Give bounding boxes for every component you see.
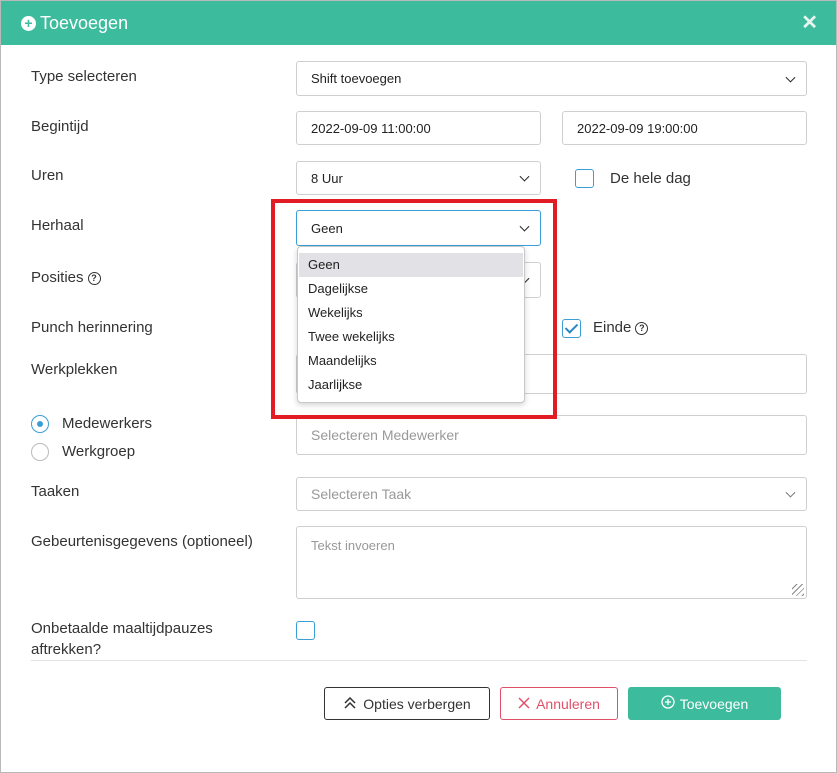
end-checkbox[interactable] xyxy=(562,319,581,338)
employees-radio[interactable] xyxy=(31,415,49,433)
footer-divider xyxy=(31,660,807,661)
x-icon xyxy=(518,696,530,712)
dialog-header: + Toevoegen ✕ xyxy=(1,1,836,45)
help-icon[interactable]: ? xyxy=(635,321,649,335)
repeat-label: Herhaal xyxy=(31,217,84,234)
begin-start-input[interactable]: 2022-09-09 11:00:00 xyxy=(296,111,541,145)
end-label-text: Einde xyxy=(593,319,632,336)
workplaces-label: Werkplekken xyxy=(31,361,118,378)
hide-options-label: Opties verbergen xyxy=(363,695,471,712)
plus-circle-icon xyxy=(661,695,675,712)
hours-label: Uren xyxy=(31,167,64,184)
dialog-title: + Toevoegen xyxy=(21,12,128,34)
cancel-button[interactable]: Annuleren xyxy=(500,687,618,720)
employee-placeholder: Selecteren Medewerker xyxy=(311,427,459,443)
event-textarea[interactable]: Tekst invoeren xyxy=(296,526,807,599)
whole-day-label: De hele dag xyxy=(610,170,691,187)
help-icon[interactable]: ? xyxy=(87,271,101,285)
event-label: Gebeurtenisgegevens (optioneel) xyxy=(31,533,253,550)
unpaid-breaks-checkbox[interactable] xyxy=(296,621,315,640)
employees-radio-label: Medewerkers xyxy=(62,415,153,432)
end-label: Einde? xyxy=(593,318,649,338)
add-dialog: + Toevoegen ✕ Type selecteren Shift toev… xyxy=(0,0,837,773)
tasks-select[interactable]: Selecteren Taak xyxy=(296,477,807,511)
cancel-label: Annuleren xyxy=(536,695,600,712)
begin-end-input[interactable]: 2022-09-09 19:00:00 xyxy=(562,111,807,145)
add-button[interactable]: Toevoegen xyxy=(628,687,781,720)
event-placeholder: Tekst invoeren xyxy=(311,538,395,553)
type-select[interactable]: Shift toevoegen xyxy=(296,61,807,96)
employee-select[interactable]: Selecteren Medewerker xyxy=(296,415,807,455)
hide-options-button[interactable]: Opties verbergen xyxy=(324,687,490,720)
highlight-box xyxy=(271,199,557,419)
tasks-label: Taaken xyxy=(31,483,80,500)
whole-day-checkbox[interactable] xyxy=(575,169,594,188)
dialog-title-text: Toevoegen xyxy=(40,13,129,33)
begin-end-value: 2022-09-09 19:00:00 xyxy=(577,120,698,136)
punch-label: Punch herinnering xyxy=(31,319,153,336)
workgroup-radio-label: Werkgroep xyxy=(62,443,136,460)
close-icon[interactable]: ✕ xyxy=(801,10,818,35)
begin-start-value: 2022-09-09 11:00:00 xyxy=(311,120,431,136)
unpaid-label-line1: Onbetaalde maaltijdpauzes xyxy=(31,620,213,637)
unpaid-label-line2: aftrekken? xyxy=(31,641,102,658)
type-label: Type selecteren xyxy=(31,68,137,85)
hours-select-value: 8 Uur xyxy=(311,170,343,186)
add-label: Toevoegen xyxy=(679,695,749,712)
begin-label: Begintijd xyxy=(31,118,89,135)
tasks-placeholder: Selecteren Taak xyxy=(311,486,412,502)
hours-select[interactable]: 8 Uur xyxy=(296,161,541,195)
plus-circle-icon: + xyxy=(21,15,36,31)
workgroup-radio[interactable] xyxy=(31,443,49,461)
resize-grip-icon[interactable] xyxy=(792,584,804,596)
type-select-value: Shift toevoegen xyxy=(311,71,402,86)
positions-label: Posities? xyxy=(31,268,101,288)
double-chevron-up-icon xyxy=(343,696,357,712)
positions-label-text: Posities xyxy=(31,269,84,286)
